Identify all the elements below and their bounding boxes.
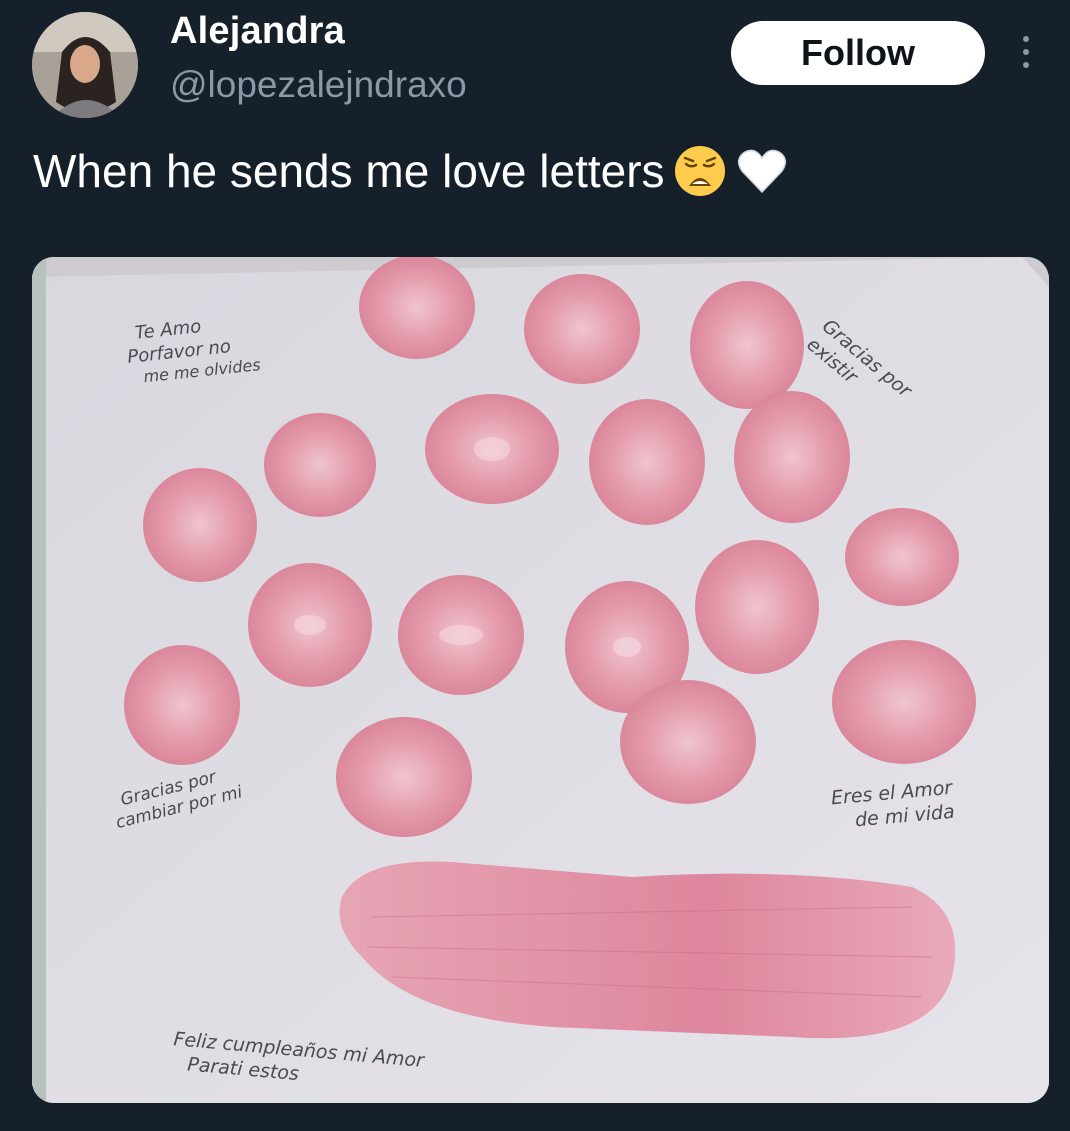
follow-button[interactable]: Follow xyxy=(731,21,985,85)
weary-face-emoji-icon xyxy=(673,144,727,198)
tweet-header: Alejandra @lopezalejndraxo Follow xyxy=(0,0,1070,130)
white-heart-emoji-icon xyxy=(735,144,789,198)
tweet-media-photo[interactable]: Te Amo Porfavor no me me olvides Gracias… xyxy=(32,257,1049,1103)
avatar[interactable] xyxy=(32,12,138,118)
more-vertical-icon[interactable] xyxy=(1004,24,1048,80)
author-handle[interactable]: @lopezalejndraxo xyxy=(170,64,467,106)
dot xyxy=(1023,36,1029,42)
profile-photo-icon xyxy=(32,12,138,118)
tweet-text-body: When he sends me love letters xyxy=(33,145,665,197)
dot xyxy=(1023,62,1029,68)
handwritten-note: Te Amo Porfavor no me me olvides xyxy=(124,310,262,388)
tweet-text: When he sends me love letters xyxy=(33,144,789,198)
author-display-name[interactable]: Alejandra xyxy=(170,10,345,53)
dot xyxy=(1023,49,1029,55)
